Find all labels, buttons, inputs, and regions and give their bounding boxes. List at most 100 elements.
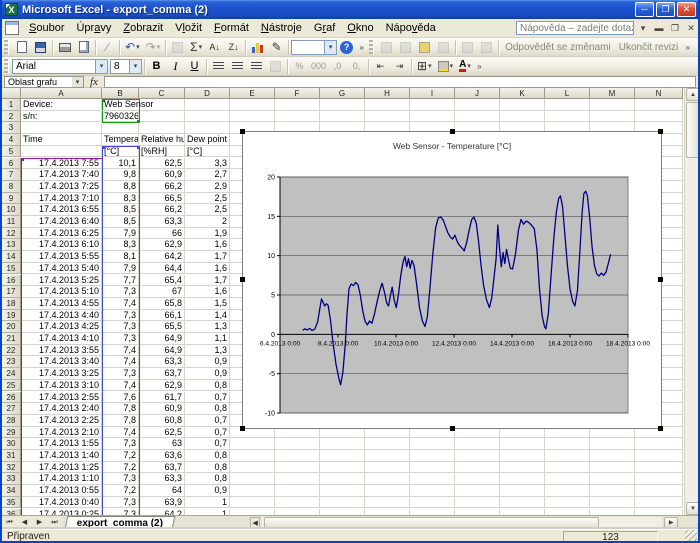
- insert-hyperlink-button[interactable]: [168, 39, 187, 56]
- decrease-decimal-button[interactable]: 0,: [347, 58, 366, 75]
- cell-A8[interactable]: 17.4.2013 7:25: [21, 181, 102, 193]
- cell-D15[interactable]: 1,6: [185, 263, 230, 275]
- cell-C20[interactable]: 65,5: [139, 321, 185, 333]
- cell-F1[interactable]: [275, 99, 320, 111]
- cell-E2[interactable]: [230, 111, 275, 123]
- cell-D28[interactable]: 0,7: [185, 415, 230, 427]
- cell-D18[interactable]: 1,5: [185, 298, 230, 310]
- cell-J34[interactable]: [455, 485, 500, 497]
- row-header-15[interactable]: 15: [2, 263, 21, 275]
- cell-A31[interactable]: 17.4.2013 1:40: [21, 450, 102, 462]
- cell-F33[interactable]: [275, 473, 320, 485]
- chart-wizard-button[interactable]: [248, 39, 267, 56]
- row-header-8[interactable]: 8: [2, 181, 21, 193]
- cell-A10[interactable]: 17.4.2013 6:55: [21, 204, 102, 216]
- cell-I1[interactable]: [410, 99, 455, 111]
- cell-A35[interactable]: 17.4.2013 0:40: [21, 497, 102, 509]
- vertical-scrollbar[interactable]: ▲ ▼: [684, 88, 700, 515]
- cell-B30[interactable]: 7,3: [102, 438, 139, 450]
- scroll-up-icon[interactable]: ▲: [686, 88, 700, 101]
- cell-D22[interactable]: 1,3: [185, 345, 230, 357]
- cell-A3[interactable]: [21, 122, 102, 134]
- doc-close-icon[interactable]: ✕: [684, 22, 698, 35]
- cell-K35[interactable]: [500, 497, 545, 509]
- cell-L35[interactable]: [545, 497, 590, 509]
- row-header-30[interactable]: 30: [2, 438, 21, 450]
- menu-okno[interactable]: Okno: [341, 20, 379, 36]
- cell-D23[interactable]: 0,9: [185, 356, 230, 368]
- zoom-dropdown-icon[interactable]: ▾: [324, 41, 336, 54]
- font-dropdown-icon[interactable]: ▾: [95, 60, 107, 73]
- cell-J35[interactable]: [455, 497, 500, 509]
- menu-graf[interactable]: Graf: [308, 20, 341, 36]
- cell-D9[interactable]: 2,5: [185, 193, 230, 205]
- increase-decimal-button[interactable]: ,0: [328, 58, 347, 75]
- cell-A7[interactable]: 17.4.2013 7:40: [21, 169, 102, 181]
- cell-I31[interactable]: [410, 450, 455, 462]
- cell-C24[interactable]: 63,7: [139, 368, 185, 380]
- cell-D3[interactable]: [185, 122, 230, 134]
- cell-K33[interactable]: [500, 473, 545, 485]
- cell-A18[interactable]: 17.4.2013 4:55: [21, 298, 102, 310]
- cell-N30[interactable]: [635, 438, 683, 450]
- cell-B25[interactable]: 7,4: [102, 380, 139, 392]
- redo-button[interactable]: ↷▾: [143, 39, 164, 56]
- row-header-28[interactable]: 28: [2, 415, 21, 427]
- row-header-4[interactable]: 4: [2, 134, 21, 146]
- restore-button[interactable]: ❐: [656, 2, 675, 17]
- chart-handle-tm[interactable]: [450, 129, 455, 134]
- cell-A28[interactable]: 17.4.2013 2:25: [21, 415, 102, 427]
- cell-C23[interactable]: 63,3: [139, 356, 185, 368]
- cell-D7[interactable]: 2,7: [185, 169, 230, 181]
- row-header-9[interactable]: 9: [2, 193, 21, 205]
- cell-C19[interactable]: 66,1: [139, 310, 185, 322]
- cell-A4[interactable]: Time: [21, 134, 102, 146]
- cell-C29[interactable]: 62,5: [139, 427, 185, 439]
- cell-C13[interactable]: 62,9: [139, 239, 185, 251]
- cell-B33[interactable]: 7,3: [102, 473, 139, 485]
- cell-A33[interactable]: 17.4.2013 1:10: [21, 473, 102, 485]
- row-header-10[interactable]: 10: [2, 204, 21, 216]
- cell-N1[interactable]: [635, 99, 683, 111]
- tab-first-button[interactable]: ⏮: [2, 517, 17, 529]
- cell-D5[interactable]: [°C]: [185, 146, 230, 158]
- undo-button[interactable]: ↶▾: [122, 39, 143, 56]
- row-header-2[interactable]: 2: [2, 111, 21, 123]
- select-all-corner[interactable]: [2, 88, 21, 99]
- italic-button[interactable]: I: [166, 58, 185, 75]
- row-header-13[interactable]: 13: [2, 239, 21, 251]
- column-header-E[interactable]: E: [230, 88, 275, 99]
- cell-B34[interactable]: 7,2: [102, 485, 139, 497]
- help-question-input[interactable]: Nápověda – zadejte dotaz: [516, 21, 634, 35]
- row-header-33[interactable]: 33: [2, 473, 21, 485]
- cell-B27[interactable]: 7,8: [102, 403, 139, 415]
- cell-L30[interactable]: [545, 438, 590, 450]
- cell-C11[interactable]: 63,3: [139, 216, 185, 228]
- horizontal-scrollbar[interactable]: [262, 517, 662, 529]
- toolbar-options-chevron3[interactable]: »: [474, 58, 485, 75]
- cell-C4[interactable]: Relative hu: [139, 134, 185, 146]
- namebox-dropdown-icon[interactable]: ▾: [72, 77, 83, 87]
- cell-F30[interactable]: [275, 438, 320, 450]
- menu-soubor[interactable]: Soubor: [23, 20, 70, 36]
- cell-E35[interactable]: [230, 497, 275, 509]
- menu-npovda[interactable]: Nápověda: [380, 20, 442, 36]
- cell-C22[interactable]: 64,9: [139, 345, 185, 357]
- cell-D19[interactable]: 1,4: [185, 310, 230, 322]
- column-header-D[interactable]: D: [185, 88, 230, 99]
- cell-A2[interactable]: s/n:: [21, 111, 102, 123]
- cell-C32[interactable]: 63,7: [139, 462, 185, 474]
- row-header-6[interactable]: 6: [2, 158, 21, 170]
- row-header-19[interactable]: 19: [2, 310, 21, 322]
- cell-B26[interactable]: 7,6: [102, 392, 139, 404]
- cell-A17[interactable]: 17.4.2013 5:10: [21, 286, 102, 298]
- borders-button[interactable]: ⊞▾: [414, 58, 435, 75]
- print-button[interactable]: [55, 39, 74, 56]
- cell-K30[interactable]: [500, 438, 545, 450]
- review-icon-5[interactable]: [477, 39, 496, 56]
- sheet-tab[interactable]: export_comma (2): [65, 516, 176, 529]
- cell-C34[interactable]: 64: [139, 485, 185, 497]
- cell-G32[interactable]: [320, 462, 365, 474]
- cell-D31[interactable]: 0,8: [185, 450, 230, 462]
- cell-K2[interactable]: [500, 111, 545, 123]
